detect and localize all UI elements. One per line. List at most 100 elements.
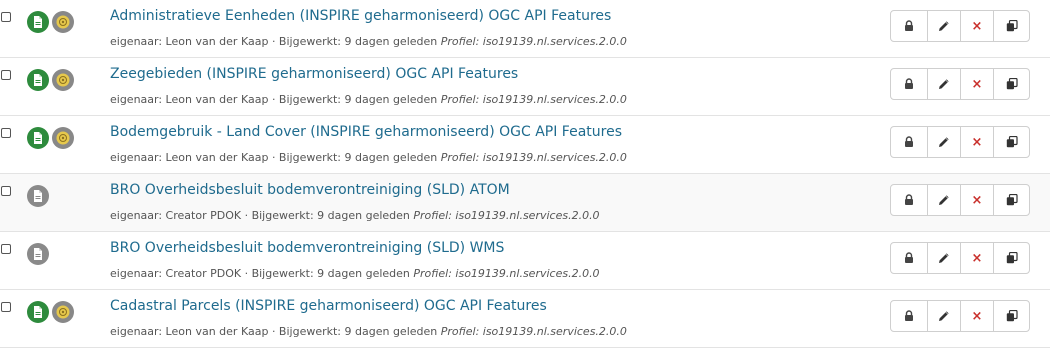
close-icon: ×: [971, 192, 983, 208]
select-checkbox[interactable]: [1, 70, 11, 80]
lock-button[interactable]: [890, 184, 928, 216]
select-checkbox[interactable]: [1, 12, 11, 22]
status-icons: [27, 127, 74, 149]
inspire-icon: [52, 127, 74, 149]
lock-button[interactable]: [890, 242, 928, 274]
list-item: Administratieve Eenheden (INSPIRE geharm…: [0, 0, 1050, 58]
delete-button[interactable]: ×: [960, 184, 994, 216]
edit-button[interactable]: [927, 242, 961, 274]
lock-icon: [903, 20, 915, 32]
select-checkbox[interactable]: [1, 302, 11, 312]
pencil-icon: [938, 194, 950, 206]
record-meta: eigenaar: Leon van der Kaap · Bijgewerkt…: [110, 151, 627, 164]
copy-icon: [1006, 136, 1018, 148]
pencil-icon: [938, 310, 950, 322]
lock-icon: [903, 310, 915, 322]
record-meta: eigenaar: Creator PDOK · Bijgewerkt: 9 d…: [110, 209, 600, 222]
owner-text: eigenaar: Creator PDOK: [110, 209, 242, 222]
lock-icon: [903, 194, 915, 206]
owner-text: eigenaar: Leon van der Kaap: [110, 325, 269, 338]
lock-icon: [903, 252, 915, 264]
duplicate-button[interactable]: [993, 242, 1030, 274]
delete-button[interactable]: ×: [960, 68, 994, 100]
record-title-link[interactable]: Cadastral Parcels (INSPIRE geharmoniseer…: [110, 298, 547, 314]
updated-text: · Bijgewerkt: 9 dagen geleden: [271, 151, 438, 164]
edit-button[interactable]: [927, 10, 961, 42]
owner-text: eigenaar: Leon van der Kaap: [110, 151, 269, 164]
status-icons: [27, 185, 49, 207]
duplicate-button[interactable]: [993, 68, 1030, 100]
edit-button[interactable]: [927, 300, 961, 332]
delete-button[interactable]: ×: [960, 300, 994, 332]
copy-icon: [1006, 78, 1018, 90]
close-icon: ×: [971, 18, 983, 34]
duplicate-button[interactable]: [993, 10, 1030, 42]
lock-button[interactable]: [890, 126, 928, 158]
select-checkbox[interactable]: [1, 128, 11, 138]
status-icons: [27, 243, 49, 265]
profile-text: Profiel: iso19139.nl.services.2.0.0: [440, 35, 627, 48]
pencil-icon: [938, 252, 950, 264]
status-icons: [27, 301, 74, 323]
profile-text: Profiel: iso19139.nl.services.2.0.0: [440, 325, 627, 338]
edit-button[interactable]: [927, 126, 961, 158]
delete-button[interactable]: ×: [960, 126, 994, 158]
profile-text: Profiel: iso19139.nl.services.2.0.0: [413, 209, 600, 222]
select-checkbox[interactable]: [1, 186, 11, 196]
record-title-link[interactable]: Zeegebieden (INSPIRE geharmoniseerd) OGC…: [110, 66, 518, 82]
row-actions: ×: [890, 184, 1030, 216]
duplicate-button[interactable]: [993, 126, 1030, 158]
close-icon: ×: [971, 308, 983, 324]
copy-icon: [1006, 252, 1018, 264]
row-actions: ×: [890, 68, 1030, 100]
copy-icon: [1006, 310, 1018, 322]
document-icon: [27, 69, 49, 91]
document-icon: [27, 243, 49, 265]
updated-text: · Bijgewerkt: 9 dagen geleden: [271, 35, 438, 48]
close-icon: ×: [971, 250, 983, 266]
lock-icon: [903, 136, 915, 148]
lock-button[interactable]: [890, 68, 928, 100]
list-item: BRO Overheidsbesluit bodemverontreinigin…: [0, 232, 1050, 290]
record-title-link[interactable]: BRO Overheidsbesluit bodemverontreinigin…: [110, 240, 504, 256]
owner-text: eigenaar: Creator PDOK: [110, 267, 242, 280]
copy-icon: [1006, 194, 1018, 206]
profile-text: Profiel: iso19139.nl.services.2.0.0: [413, 267, 600, 280]
duplicate-button[interactable]: [993, 184, 1030, 216]
edit-button[interactable]: [927, 68, 961, 100]
record-meta: eigenaar: Leon van der Kaap · Bijgewerkt…: [110, 35, 627, 48]
lock-button[interactable]: [890, 300, 928, 332]
duplicate-button[interactable]: [993, 300, 1030, 332]
updated-text: · Bijgewerkt: 9 dagen geleden: [244, 267, 410, 280]
updated-text: · Bijgewerkt: 9 dagen geleden: [271, 325, 438, 338]
delete-button[interactable]: ×: [960, 242, 994, 274]
copy-icon: [1006, 20, 1018, 32]
profile-text: Profiel: iso19139.nl.services.2.0.0: [440, 93, 627, 106]
list-item: Zeegebieden (INSPIRE geharmoniseerd) OGC…: [0, 58, 1050, 116]
owner-text: eigenaar: Leon van der Kaap: [110, 93, 269, 106]
edit-button[interactable]: [927, 184, 961, 216]
record-list: Administratieve Eenheden (INSPIRE geharm…: [0, 0, 1050, 348]
record-title-link[interactable]: Administratieve Eenheden (INSPIRE geharm…: [110, 8, 611, 24]
updated-text: · Bijgewerkt: 9 dagen geleden: [271, 93, 438, 106]
status-icons: [27, 69, 74, 91]
record-title-link[interactable]: Bodemgebruik - Land Cover (INSPIRE gehar…: [110, 124, 622, 140]
lock-button[interactable]: [890, 10, 928, 42]
row-actions: ×: [890, 10, 1030, 42]
pencil-icon: [938, 78, 950, 90]
row-actions: ×: [890, 242, 1030, 274]
inspire-icon: [52, 301, 74, 323]
delete-button[interactable]: ×: [960, 10, 994, 42]
record-title-link[interactable]: BRO Overheidsbesluit bodemverontreinigin…: [110, 182, 510, 198]
inspire-icon: [52, 11, 74, 33]
select-checkbox[interactable]: [1, 244, 11, 254]
document-icon: [27, 11, 49, 33]
owner-text: eigenaar: Leon van der Kaap: [110, 35, 269, 48]
document-icon: [27, 127, 49, 149]
list-item: Cadastral Parcels (INSPIRE geharmoniseer…: [0, 290, 1050, 348]
close-icon: ×: [971, 76, 983, 92]
lock-icon: [903, 78, 915, 90]
record-meta: eigenaar: Leon van der Kaap · Bijgewerkt…: [110, 325, 627, 338]
row-actions: ×: [890, 300, 1030, 332]
pencil-icon: [938, 136, 950, 148]
